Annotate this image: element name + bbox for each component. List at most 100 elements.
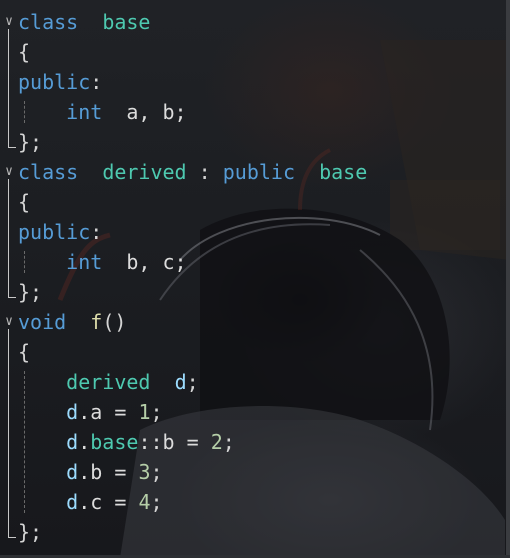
code-text: { bbox=[18, 187, 30, 217]
code-token: .c = bbox=[78, 490, 139, 514]
code-token: ; bbox=[222, 430, 235, 454]
vertical-scrollbar[interactable] bbox=[506, 0, 510, 558]
code-text: public: bbox=[18, 67, 102, 97]
code-token: : bbox=[90, 70, 103, 94]
code-token: void bbox=[18, 310, 67, 334]
code-token: .a = bbox=[78, 400, 139, 424]
code-line[interactable]: }; bbox=[0, 277, 506, 307]
code-token: }; bbox=[18, 280, 43, 304]
code-text: d.b = 3; bbox=[18, 457, 162, 487]
code-text: d.base::b = 2; bbox=[18, 427, 235, 457]
code-token: base bbox=[102, 10, 151, 34]
code-editor[interactable]: ∨ class base{public: int a, b;}; ∨ class de… bbox=[0, 0, 510, 558]
code-text: }; bbox=[18, 127, 42, 157]
code-text: { bbox=[18, 37, 30, 67]
code-token: { bbox=[18, 40, 31, 64]
code-token: class bbox=[18, 160, 79, 184]
code-token: () bbox=[102, 310, 127, 334]
code-token: a, b; bbox=[102, 100, 187, 124]
code-token: int bbox=[66, 250, 103, 274]
code-token: d bbox=[66, 430, 79, 454]
indent-guide bbox=[24, 101, 25, 123]
code-line[interactable]: public: bbox=[0, 217, 506, 247]
code-line[interactable]: { bbox=[0, 37, 506, 67]
code-text: }; bbox=[18, 517, 42, 547]
code-token: : bbox=[186, 160, 223, 184]
code-line[interactable]: ∨ class base bbox=[0, 7, 506, 37]
code-token: { bbox=[18, 190, 31, 214]
code-line[interactable]: ∨ class derived : public base bbox=[0, 157, 506, 187]
code-text: { bbox=[18, 337, 30, 367]
code-line[interactable]: int a, b; bbox=[0, 97, 506, 127]
code-text: void f() bbox=[18, 307, 126, 337]
code-token: int bbox=[66, 100, 103, 124]
code-token: 4 bbox=[138, 490, 151, 514]
code-token: . bbox=[78, 430, 91, 454]
code-token: ; bbox=[150, 400, 163, 424]
code-token: d bbox=[66, 400, 79, 424]
code-token: class bbox=[18, 10, 79, 34]
fold-chevron-icon[interactable]: ∨ bbox=[1, 307, 17, 337]
code-token: 1 bbox=[138, 400, 151, 424]
code-token: public bbox=[222, 160, 295, 184]
code-token: base bbox=[319, 160, 368, 184]
indent-guide bbox=[24, 371, 25, 513]
code-line[interactable]: }; bbox=[0, 127, 506, 157]
fold-guide-line bbox=[8, 29, 9, 147]
code-token: { bbox=[18, 340, 31, 364]
code-line[interactable]: { bbox=[0, 187, 506, 217]
code-line[interactable]: int b, c; bbox=[0, 247, 506, 277]
code-token: derived bbox=[66, 370, 151, 394]
code-token: : bbox=[90, 220, 103, 244]
code-line[interactable]: ∨ void f() bbox=[0, 307, 506, 337]
fold-chevron-icon[interactable]: ∨ bbox=[1, 7, 17, 37]
code-token: }; bbox=[18, 130, 43, 154]
code-token: derived bbox=[102, 160, 187, 184]
code-token: base bbox=[90, 430, 139, 454]
code-lines[interactable]: ∨ class base{public: int a, b;}; ∨ class de… bbox=[0, 7, 506, 547]
code-token: ; bbox=[150, 490, 163, 514]
fold-guide-end bbox=[8, 297, 16, 298]
code-text: class derived : public base bbox=[18, 157, 367, 187]
code-line[interactable]: d.a = 1; bbox=[0, 397, 506, 427]
code-token: d bbox=[174, 370, 187, 394]
code-token: }; bbox=[18, 520, 43, 544]
indent-guide bbox=[24, 251, 25, 273]
code-line[interactable]: public: bbox=[0, 67, 506, 97]
code-token: 3 bbox=[138, 460, 151, 484]
code-line[interactable]: d.base::b = 2; bbox=[0, 427, 506, 457]
code-text: derived d; bbox=[18, 367, 198, 397]
fold-guide-line bbox=[8, 329, 9, 537]
code-token: 2 bbox=[210, 430, 223, 454]
fold-guide-end bbox=[8, 537, 16, 538]
code-text: d.c = 4; bbox=[18, 487, 163, 517]
fold-guide-end bbox=[8, 147, 16, 148]
code-text: public: bbox=[18, 217, 102, 247]
code-token: d bbox=[66, 490, 79, 514]
code-line[interactable]: }; bbox=[0, 517, 506, 547]
code-line[interactable]: derived d; bbox=[0, 367, 506, 397]
code-line[interactable]: d.c = 4; bbox=[0, 487, 506, 517]
fold-chevron-icon[interactable]: ∨ bbox=[1, 157, 17, 187]
code-text: class base bbox=[18, 7, 150, 37]
code-token: d bbox=[66, 460, 79, 484]
code-text: int a, b; bbox=[18, 97, 187, 127]
code-line[interactable]: { bbox=[0, 337, 506, 367]
code-text: d.a = 1; bbox=[18, 397, 163, 427]
code-line[interactable]: d.b = 3; bbox=[0, 457, 506, 487]
code-token: public bbox=[18, 220, 91, 244]
code-token: .b = bbox=[78, 460, 139, 484]
code-token: f bbox=[90, 310, 103, 334]
